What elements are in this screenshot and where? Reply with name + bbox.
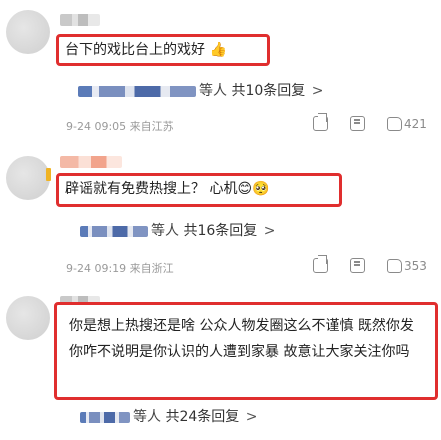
comment-actions: 353 [313, 258, 427, 273]
like-button[interactable]: 421 [387, 116, 427, 131]
reply-users-redacted [78, 85, 196, 97]
reply-link[interactable]: 等人 共24条回复 > [80, 406, 257, 426]
share-icon[interactable] [313, 116, 328, 131]
comment-1: 台下的戏比台上的戏好 👍 等人 共10条回复 > 9-24 09:05 来自江苏… [0, 0, 441, 150]
reply-link[interactable]: 等人 共10条回复 > [78, 80, 323, 100]
share-icon[interactable] [313, 258, 328, 273]
chevron-right-icon: > [311, 83, 324, 99]
comment-3: 你是想上热搜还是啥 公众人物发圈这么不谨慎 既然你发你咋不说明是你认识的人遭到家… [0, 290, 441, 440]
reply-link[interactable]: 等人 共16条回复 > [80, 220, 275, 240]
comment-text: 你是想上热搜还是啥 公众人物发圈这么不谨慎 既然你发你咋不说明是你认识的人遭到家… [54, 302, 438, 400]
like-button[interactable]: 353 [387, 258, 427, 273]
thumb-up-icon [387, 116, 402, 131]
comment-2: 辟谣就有免费热搜上？ 心机😊🥺 等人 共16条回复 > 9-24 09:19 来… [0, 150, 441, 290]
comment-icon[interactable] [350, 116, 365, 131]
comment-icon[interactable] [350, 258, 365, 273]
chevron-right-icon: > [245, 409, 258, 425]
comment-meta: 9-24 09:05 来自江苏 [66, 120, 174, 133]
comment-text: 辟谣就有免费热搜上？ 心机😊🥺 [56, 173, 342, 207]
avatar[interactable] [6, 10, 50, 54]
username-redacted[interactable] [60, 156, 122, 168]
comment-meta: 9-24 09:19 来自浙江 [66, 262, 174, 275]
avatar[interactable] [6, 156, 50, 200]
reply-users-redacted [80, 411, 130, 423]
side-marker [46, 168, 51, 181]
reply-users-redacted [80, 225, 148, 237]
username-redacted[interactable] [60, 14, 100, 26]
chevron-right-icon: > [263, 223, 276, 239]
thumb-up-icon [387, 258, 402, 273]
avatar[interactable] [6, 296, 50, 340]
comment-actions: 421 [313, 116, 427, 131]
comment-text: 台下的戏比台上的戏好 👍 [56, 34, 270, 66]
